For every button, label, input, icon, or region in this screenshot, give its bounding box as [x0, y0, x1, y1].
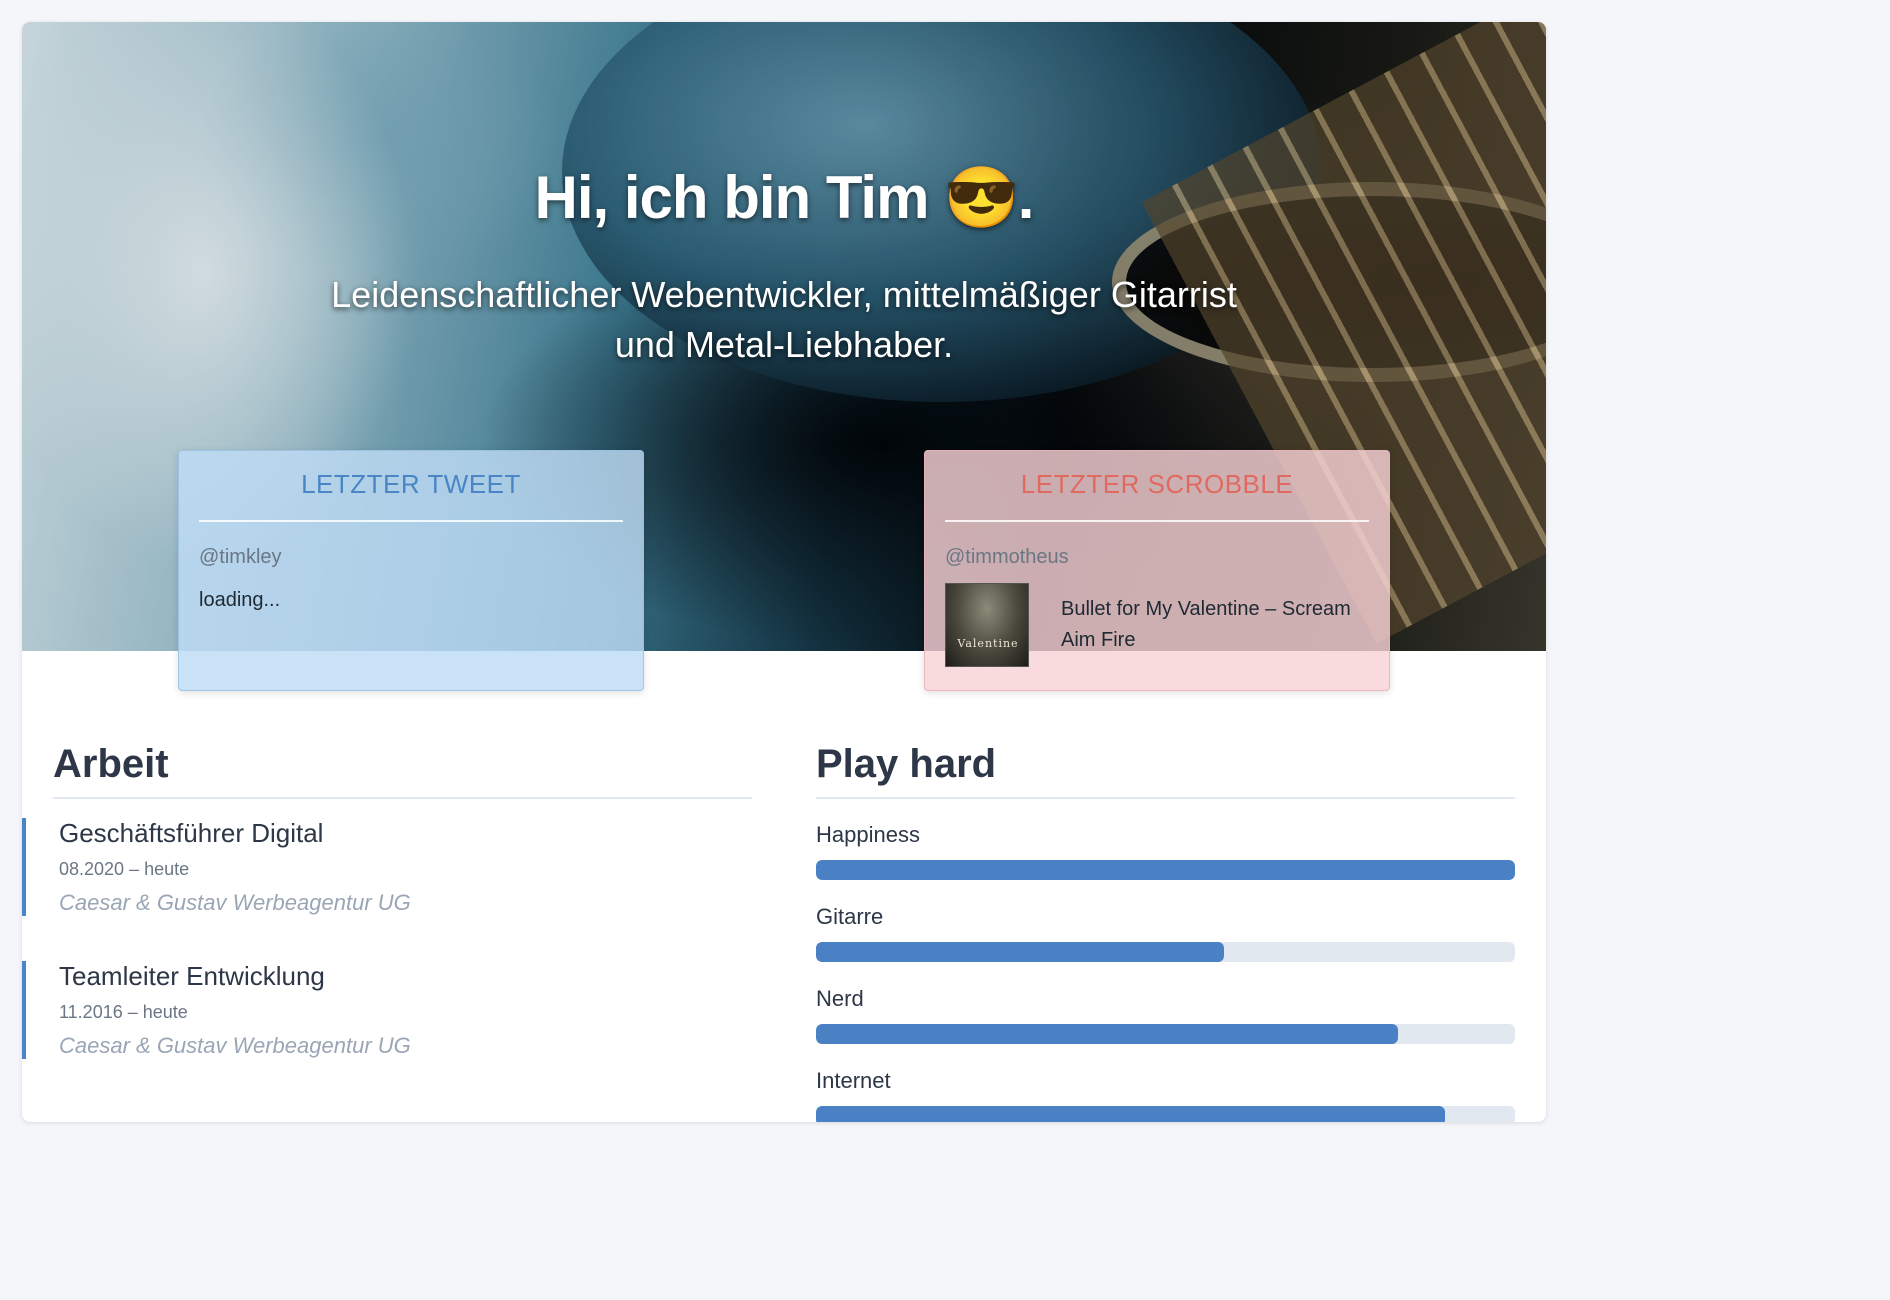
hero-title: Hi, ich bin Tim 😎.	[534, 164, 1035, 231]
tweet-text: loading...	[199, 589, 281, 611]
skill-bar-fill	[816, 942, 1225, 962]
skill-bar-track	[816, 942, 1515, 962]
scrobble-row: Valentine Bullet for My Valentine – Scre…	[945, 583, 1369, 667]
skill-label: Nerd	[816, 986, 864, 1011]
skill-happiness: Happiness	[816, 822, 1515, 880]
hero-subtitle: Leidenschaftlicher Webentwickler, mittel…	[331, 274, 1237, 365]
skill-label: Gitarre	[816, 904, 884, 929]
lastfm-handle-link[interactable]: @timmotheus	[945, 546, 1369, 569]
skill-nerd: Nerd	[816, 986, 1515, 1044]
job-date: 11.2016 – heute	[59, 1002, 188, 1022]
work-heading: Arbeit	[53, 742, 752, 799]
skill-internet: Internet	[816, 1068, 1515, 1122]
job-title: Geschäftsführer Digital	[59, 818, 324, 848]
skill-label: Internet	[816, 1068, 891, 1093]
job-title: Teamleiter Entwicklung	[59, 961, 325, 991]
skill-label: Happiness	[816, 822, 920, 847]
latest-tweet-card: LETZTER TWEET @timkley loading...	[178, 450, 644, 691]
play-heading: Play hard	[816, 742, 1515, 799]
job-entry: Teamleiter Entwicklung 11.2016 – heute C…	[22, 961, 722, 1059]
job-company: Caesar & Gustav Werbeagentur UG	[59, 890, 411, 915]
album-cover-image[interactable]: Valentine	[945, 583, 1029, 667]
job-company: Caesar & Gustav Werbeagentur UG	[59, 1033, 411, 1058]
job-date: 08.2020 – heute	[59, 859, 190, 879]
latest-scrobble-title: LETZTER SCROBBLE	[945, 469, 1369, 522]
twitter-handle-link[interactable]: @timkley	[199, 546, 623, 569]
skill-bar-fill	[816, 1106, 1446, 1122]
skill-bar-fill	[816, 1024, 1399, 1044]
skill-bar-track	[816, 1024, 1515, 1044]
scrobble-track-link[interactable]: Bullet for My Valentine – Scream Aim Fir…	[1061, 594, 1369, 656]
skill-bar-fill	[816, 860, 1515, 880]
skill-bar-track	[816, 860, 1515, 880]
latest-tweet-title: LETZTER TWEET	[199, 469, 623, 522]
page-card: Hi, ich bin Tim 😎. Leidenschaftlicher We…	[22, 22, 1546, 1122]
job-entry: Geschäftsführer Digital 08.2020 – heute …	[22, 818, 722, 916]
skill-gitarre: Gitarre	[816, 904, 1515, 962]
skill-bar-track	[816, 1106, 1515, 1122]
album-cover-logo: Valentine	[957, 637, 1019, 650]
latest-scrobble-card: LETZTER SCROBBLE @timmotheus Valentine B…	[924, 450, 1390, 691]
